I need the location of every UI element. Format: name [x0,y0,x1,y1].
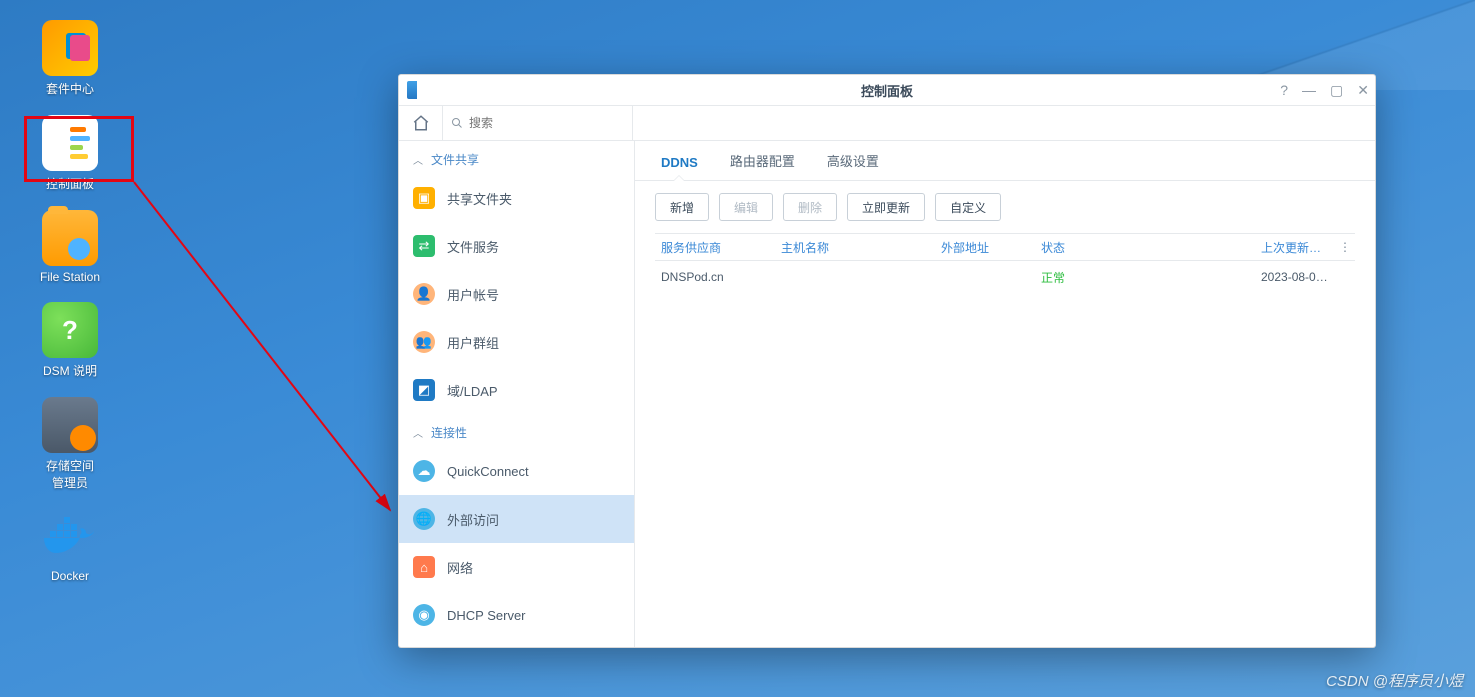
globe-icon: 🌐 [413,508,435,530]
watermark: CSDN @程序员小煜 [1326,670,1463,691]
sidebar-section-file-sharing[interactable]: ︿ 文件共享 [399,141,634,174]
chevron-up-icon: ︿ [413,425,423,440]
sidebar-item-label: 用户群组 [447,333,499,352]
delete-button[interactable]: 删除 [783,193,837,221]
sidebar-item-label: 用户帐号 [447,285,499,304]
desktop-icon-label: 套件中心 [20,80,120,97]
sidebar-section-connectivity[interactable]: ︿ 连接性 [399,414,634,447]
table-header: 服务供应商 主机名称 外部地址 状态 上次更新时间 ⋮ [655,233,1355,261]
ddns-table: 服务供应商 主机名称 外部地址 状态 上次更新时间 ⋮ DNSPod.cn 正常… [635,233,1375,647]
arrows-icon: ⇄ [413,235,435,257]
sidebar-item-network[interactable]: ⌂ 网络 [399,543,634,591]
close-button[interactable]: ✕ [1357,82,1369,99]
desktop-icon-dsm-help[interactable]: ? DSM 说明 [20,302,120,379]
th-hostname[interactable]: 主机名称 [775,239,935,256]
tab-advanced[interactable]: 高级设置 [821,151,885,180]
table-row[interactable]: DNSPod.cn 正常 2023-08-07 0... [655,261,1355,293]
edit-button[interactable]: 编辑 [719,193,773,221]
sidebar-item-group[interactable]: 👥 用户群组 [399,318,634,366]
sidebar-item-label: QuickConnect [447,464,529,479]
sidebar-item-dhcp-server[interactable]: ◉ DHCP Server [399,591,634,639]
cell-provider: DNSPod.cn [655,270,775,284]
content-panel: DDNS 路由器配置 高级设置 新增 编辑 删除 立即更新 自定义 服务供应商 … [635,141,1375,647]
desktop-icon-storage-manager[interactable]: 存储空间 管理员 [20,397,120,491]
control-panel-icon [42,115,98,171]
desktop-icon-file-station[interactable]: File Station [20,210,120,284]
cloud-icon: ☁ [413,460,435,482]
search-icon [451,116,463,130]
add-button[interactable]: 新增 [655,193,709,221]
chevron-up-icon: ︿ [413,152,423,167]
sidebar-item-domain-ldap[interactable]: ◩ 域/LDAP [399,366,634,414]
sidebar-section-label: 连接性 [431,424,467,441]
dhcp-icon: ◉ [413,604,435,626]
help-icon: ? [42,302,98,358]
folder-icon: ▣ [413,187,435,209]
docker-icon [42,509,98,565]
th-status[interactable]: 状态 [1035,239,1255,256]
home-icon [412,114,430,132]
sidebar-item-label: 网络 [447,558,473,577]
folder-search-icon [42,210,98,266]
custom-button[interactable]: 自定义 [935,193,1001,221]
update-now-button[interactable]: 立即更新 [847,193,925,221]
sidebar-section-label: 文件共享 [431,151,479,168]
search-box[interactable] [443,106,633,140]
group-icon: 👥 [413,331,435,353]
tab-ddns[interactable]: DDNS [655,155,704,180]
column-options-button[interactable]: ⋮ [1335,240,1355,254]
tab-router-config[interactable]: 路由器配置 [724,151,801,180]
control-panel-window: 控制面板 ? — ▢ ✕ ︿ 文件共享 ▣ 共享文件夹 ⇄ 文件服务 👤 用户帐号 👥… [398,74,1376,648]
sidebar-item-external-access[interactable]: 🌐 外部访问 [399,495,634,543]
home-button[interactable] [399,106,443,140]
sidebar-item-label: 域/LDAP [447,381,498,400]
window-titlebar[interactable]: 控制面板 ? — ▢ ✕ [399,75,1375,105]
desktop-icon-label: DSM 说明 [20,362,120,379]
shopping-bag-icon [42,20,98,76]
sidebar-item-file-services[interactable]: ⇄ 文件服务 [399,222,634,270]
desktop: 套件中心 控制面板 File Station ? DSM 说明 存储空间 管理员… [20,20,120,583]
sidebar-item-label: 共享文件夹 [447,189,512,208]
th-provider[interactable]: 服务供应商 [655,239,775,256]
desktop-icon-label: 存储空间 管理员 [20,457,120,491]
cell-status: 正常 [1035,269,1255,286]
window-controls: ? — ▢ ✕ [1280,75,1369,105]
sidebar-item-label: 外部访问 [447,510,499,529]
cell-last-update: 2023-08-07 0... [1255,270,1335,284]
minimize-button[interactable]: — [1302,82,1316,98]
sidebar-item-quickconnect[interactable]: ☁ QuickConnect [399,447,634,495]
ldap-icon: ◩ [413,379,435,401]
desktop-icon-label: Docker [20,569,120,583]
network-icon: ⌂ [413,556,435,578]
tabs: DDNS 路由器配置 高级设置 [635,141,1375,181]
sidebar-item-label: 文件服务 [447,237,499,256]
desktop-icon-control-panel[interactable]: 控制面板 [20,115,120,192]
window-title: 控制面板 [399,81,1375,100]
search-input[interactable] [469,116,624,130]
sidebar-item-label: DHCP Server [447,608,526,623]
sidebar: ︿ 文件共享 ▣共享文件夹 ⇄文件服务 👤用户帐号 👥用户群组 ◩域/LDAP … [399,141,635,647]
toolbar [399,105,1375,141]
desktop-icon-label: 控制面板 [20,175,120,192]
button-bar: 新增 编辑 删除 立即更新 自定义 [635,181,1375,233]
th-external-address[interactable]: 外部地址 [935,239,1035,256]
user-icon: 👤 [413,283,435,305]
sidebar-item-shared-folder[interactable]: ▣ 共享文件夹 [399,174,634,222]
help-button[interactable]: ? [1280,82,1288,98]
sidebar-item-user[interactable]: 👤 用户帐号 [399,270,634,318]
desktop-icon-package-center[interactable]: 套件中心 [20,20,120,97]
desktop-icon-label: File Station [20,270,120,284]
desktop-icon-docker[interactable]: Docker [20,509,120,583]
maximize-button[interactable]: ▢ [1330,82,1343,99]
storage-icon [42,397,98,453]
th-last-update[interactable]: 上次更新时间 [1255,239,1335,256]
